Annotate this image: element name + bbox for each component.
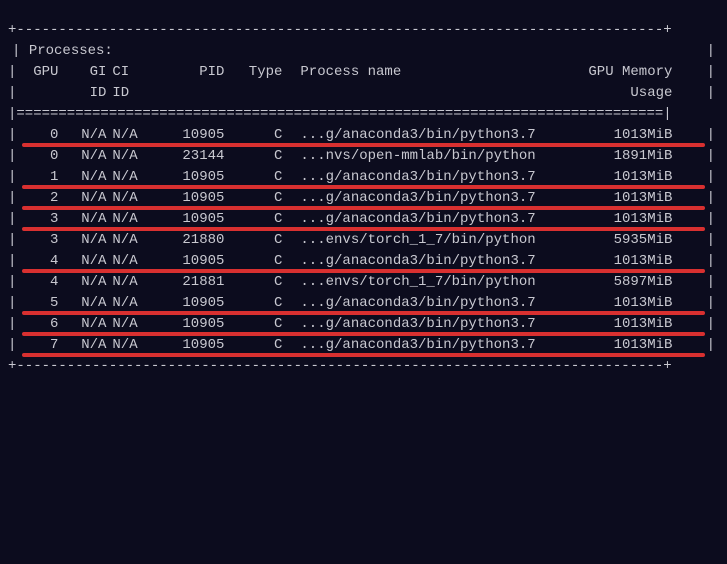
pipe-left: |: [8, 230, 16, 251]
pipe-left: |: [8, 314, 16, 335]
header-row-1: | GPU GI CI PID Type Process name GPU Me…: [8, 62, 719, 83]
table-row: |3N/AN/A10905C...g/anaconda3/bin/python3…: [8, 209, 719, 230]
cell-gi: N/A: [58, 230, 106, 251]
pipe-left: |: [8, 251, 16, 272]
process-table-body: |0N/AN/A10905C...g/anaconda3/bin/python3…: [8, 125, 719, 356]
pipe-left: |: [8, 62, 16, 83]
table-row: |0N/AN/A10905C...g/anaconda3/bin/python3…: [8, 125, 719, 146]
cell-type: C: [224, 146, 282, 167]
cell-pid: 23144: [150, 146, 224, 167]
processes-title-row: | Processes: |: [8, 41, 719, 62]
table-row: |5N/AN/A10905C...g/anaconda3/bin/python3…: [8, 293, 719, 314]
highlight-underline: [22, 311, 705, 315]
highlight-underline: [22, 353, 705, 357]
cell-gpu: 3: [16, 230, 58, 251]
header-divider: |=======================================…: [8, 104, 719, 125]
header-gi: GI: [58, 62, 106, 83]
cell-type: C: [224, 230, 282, 251]
table-row: |3N/AN/A21880C...envs/torch_1_7/bin/pyth…: [8, 230, 719, 251]
cell-process-name: ...nvs/open-mmlab/bin/python: [282, 146, 552, 167]
pipe-right: |: [698, 62, 715, 83]
pipe-left: |: [8, 167, 16, 188]
nvidia-smi-output: +---------------------------------------…: [8, 20, 719, 377]
header-ci: CI: [106, 62, 150, 83]
highlight-underline: [22, 227, 705, 231]
pipe-right: |: [707, 41, 715, 62]
cell-gpu-memory: 5935MiB: [552, 230, 672, 251]
processes-title: Processes:: [29, 41, 113, 62]
header-mem: GPU Memory: [552, 62, 672, 83]
pipe-left: |: [8, 125, 16, 146]
cell-pid: 21881: [150, 272, 224, 293]
cell-gpu: 4: [16, 272, 58, 293]
pipe-right: |: [698, 230, 715, 251]
cell-type: C: [224, 272, 282, 293]
cell-gpu-memory: 1891MiB: [552, 146, 672, 167]
header-mem-sub: Usage: [552, 83, 672, 104]
header-gpu: GPU: [16, 62, 58, 83]
pipe-left: |: [8, 335, 16, 356]
top-border: +---------------------------------------…: [8, 20, 719, 41]
table-row: |4N/AN/A10905C...g/anaconda3/bin/python3…: [8, 251, 719, 272]
cell-gi: N/A: [58, 146, 106, 167]
cell-ci: N/A: [106, 272, 150, 293]
pipe-left: |: [12, 41, 29, 62]
pipe-right: |: [698, 272, 715, 293]
table-row: |1N/AN/A10905C...g/anaconda3/bin/python3…: [8, 167, 719, 188]
header-pid-blank: [150, 83, 224, 104]
header-row-2: | ID ID Usage |: [8, 83, 719, 104]
highlight-underline: [22, 185, 705, 189]
pipe-left: |: [8, 209, 16, 230]
header-type: Type: [224, 62, 282, 83]
header-ci-sub: ID: [106, 83, 150, 104]
header-type-blank: [224, 83, 282, 104]
highlight-underline: [22, 269, 705, 273]
bottom-border: +---------------------------------------…: [8, 356, 719, 377]
table-row: |6N/AN/A10905C...g/anaconda3/bin/python3…: [8, 314, 719, 335]
table-row: |4N/AN/A21881C...envs/torch_1_7/bin/pyth…: [8, 272, 719, 293]
cell-gpu-memory: 5897MiB: [552, 272, 672, 293]
table-row: |2N/AN/A10905C...g/anaconda3/bin/python3…: [8, 188, 719, 209]
highlight-underline: [22, 206, 705, 210]
header-name-blank: [282, 83, 552, 104]
table-row: |0N/AN/A23144C...nvs/open-mmlab/bin/pyth…: [8, 146, 719, 167]
header-pid: PID: [150, 62, 224, 83]
pipe-right: |: [698, 146, 715, 167]
highlight-underline: [22, 332, 705, 336]
cell-gi: N/A: [58, 272, 106, 293]
cell-ci: N/A: [106, 146, 150, 167]
highlight-underline: [22, 143, 705, 147]
pipe-right: |: [698, 83, 715, 104]
header-gi-sub: ID: [58, 83, 106, 104]
header-name: Process name: [282, 62, 552, 83]
cell-gpu: 0: [16, 146, 58, 167]
pipe-left: |: [8, 293, 16, 314]
table-row: |7N/AN/A10905C...g/anaconda3/bin/python3…: [8, 335, 719, 356]
pipe-left: |: [8, 146, 16, 167]
pipe-left: |: [8, 272, 16, 293]
cell-process-name: ...envs/torch_1_7/bin/python: [282, 230, 552, 251]
pipe-left: |: [8, 83, 16, 104]
cell-ci: N/A: [106, 230, 150, 251]
pipe-left: |: [8, 188, 16, 209]
cell-pid: 21880: [150, 230, 224, 251]
cell-process-name: ...envs/torch_1_7/bin/python: [282, 272, 552, 293]
header-gpu-blank: [16, 83, 58, 104]
